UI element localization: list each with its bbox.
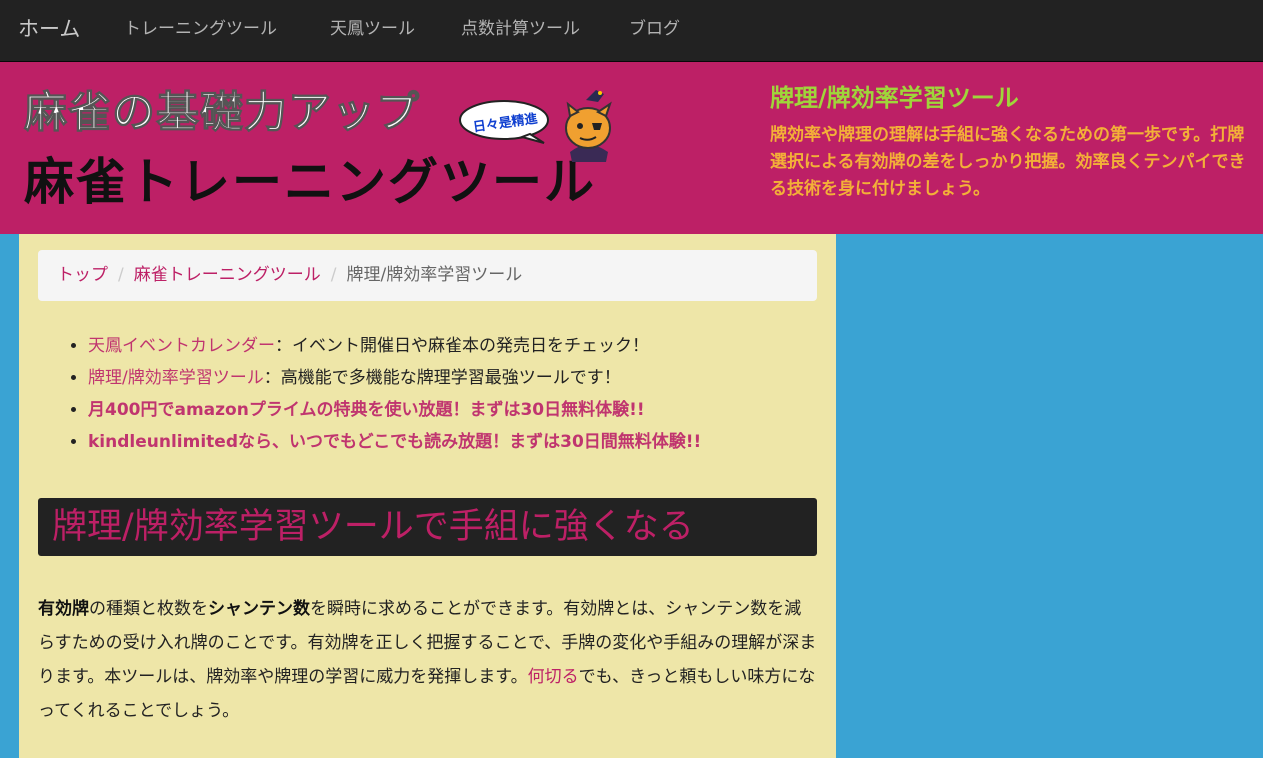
- intro-text: の種類と枚数を: [89, 599, 208, 619]
- list-item: 月400円でamazonプライムの特典を使い放題！まずは30日無料体験!!: [88, 394, 828, 426]
- page-tool-description: 牌効率や牌理の理解は手組に強くなるための第一歩です。打牌選択による有効牌の差をし…: [770, 125, 1246, 199]
- list-item-text: ：高機能で多機能な牌理学習最強ツールです！: [263, 368, 621, 388]
- top-navbar: ホーム トレーニングツール 天鳳ツール 点数計算ツール ブログ: [0, 0, 1263, 62]
- banner-site-name: 麻雀トレーニングツール: [24, 153, 596, 211]
- section-heading: 牌理/牌効率学習ツールで手組に強くなる: [38, 498, 817, 556]
- breadcrumb-top-link[interactable]: トップ: [57, 265, 108, 285]
- breadcrumb-separator: /: [118, 265, 124, 285]
- promo-list: 天鳳イベントカレンダー：イベント開催日や麻雀本の発売日をチェック！ 牌理/牌効率…: [88, 330, 828, 458]
- list-item-text: ：イベント開催日や麻雀本の発売日をチェック！: [275, 336, 649, 356]
- breadcrumb: トップ / 麻雀トレーニングツール / 牌理/牌効率学習ツール: [38, 250, 817, 301]
- bold-term: 有効牌: [38, 599, 89, 619]
- amazon-prime-promo-link[interactable]: 月400円でamazonプライムの特典を使い放題！まずは30日無料体験!!: [88, 400, 645, 420]
- breadcrumb-current: 牌理/牌効率学習ツール: [346, 265, 523, 285]
- event-calendar-link[interactable]: 天鳳イベントカレンダー: [88, 336, 275, 356]
- list-item: 牌理/牌効率学習ツール：高機能で多機能な牌理学習最強ツールです！: [88, 362, 828, 394]
- hairi-tool-link[interactable]: 牌理/牌効率学習ツール: [88, 368, 264, 388]
- banner-tagline: 麻雀の基礎力アップ: [24, 88, 420, 139]
- list-item: 天鳳イベントカレンダー：イベント開催日や麻雀本の発売日をチェック！: [88, 330, 828, 362]
- nav-link-tenhou-tools[interactable]: 天鳳ツール: [330, 18, 415, 40]
- bold-term: シャンテン数: [208, 599, 310, 619]
- site-banner-logo[interactable]: 麻雀の基礎力アップ 麻雀トレーニングツール 日々是精進: [24, 76, 624, 216]
- main-content: トップ/麻雀トレーニングツール/牌理/牌効率学習ツール 天鳳イベントカレンダー：…: [19, 234, 836, 758]
- cat-mascot-icon: [565, 90, 612, 162]
- breadcrumb-training-tools-link[interactable]: 麻雀トレーニングツール: [134, 265, 321, 285]
- site-header: 麻雀の基礎力アップ 麻雀トレーニングツール 日々是精進 牌理/牌効率学習ツール …: [0, 62, 1263, 234]
- intro-paragraph: 有効牌の種類と枚数をシャンテン数を瞬時に求めることができます。有効牌とは、シャン…: [38, 592, 817, 728]
- page-tool-title: 牌理/牌効率学習ツール: [770, 84, 1019, 112]
- nanikiru-link[interactable]: 何切る: [528, 667, 579, 687]
- kindle-unlimited-promo-link[interactable]: kindleunlimitedなら、いつでもどこでも読み放題！まずは30日間無料…: [88, 432, 701, 452]
- nav-home-link[interactable]: ホーム: [18, 15, 80, 43]
- nav-link-training-tools[interactable]: トレーニングツール: [124, 18, 277, 40]
- nav-link-blog[interactable]: ブログ: [629, 18, 680, 40]
- breadcrumb-separator: /: [330, 265, 337, 285]
- nav-link-score-calc-tools[interactable]: 点数計算ツール: [461, 18, 580, 40]
- list-item: kindleunlimitedなら、いつでもどこでも読み放題！まずは30日間無料…: [88, 426, 828, 458]
